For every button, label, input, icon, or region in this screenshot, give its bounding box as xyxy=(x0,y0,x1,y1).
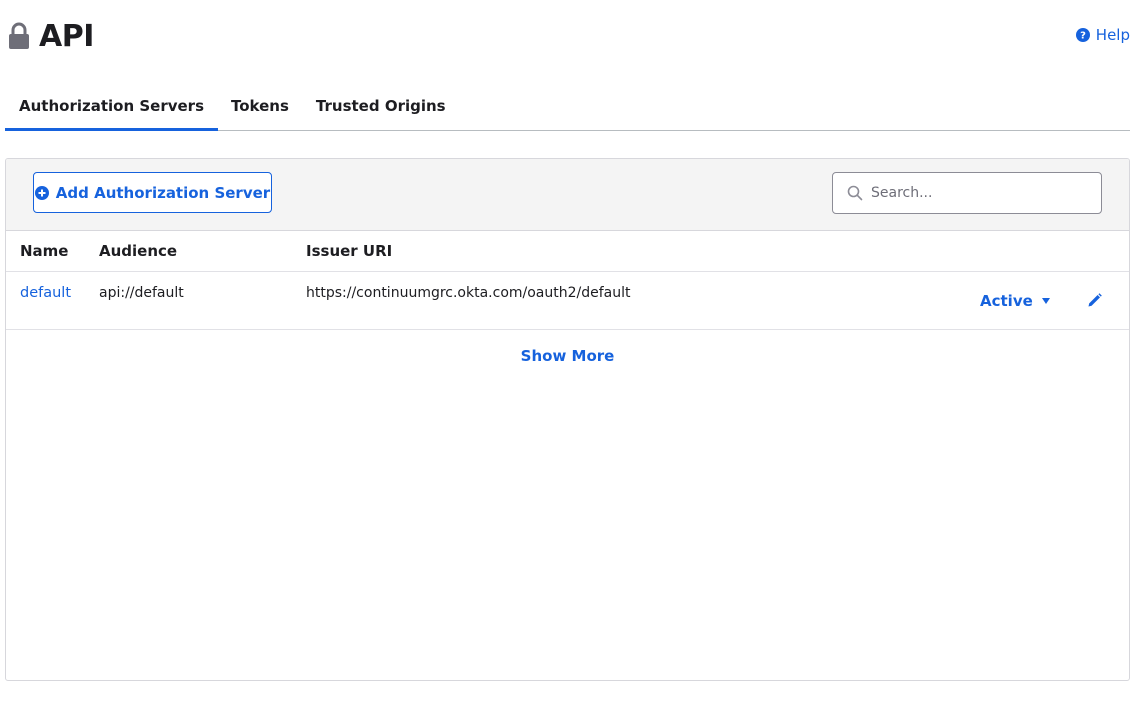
page-title: API xyxy=(39,18,94,54)
tab-trusted-origins[interactable]: Trusted Origins xyxy=(302,84,460,128)
authorization-servers-panel: Add Authorization Server Name Audience I… xyxy=(5,158,1130,681)
server-name-link[interactable]: default xyxy=(20,285,71,301)
column-header-name: Name xyxy=(20,242,69,260)
lock-icon xyxy=(9,22,29,49)
issuer-uri-value: https://continuumgrc.okta.com/oauth2/def… xyxy=(306,285,631,301)
svg-text:?: ? xyxy=(1080,31,1086,42)
status-label: Active xyxy=(980,292,1033,310)
search-box[interactable] xyxy=(832,172,1102,214)
tab-authorization-servers[interactable]: Authorization Servers xyxy=(5,84,219,131)
add-authorization-server-button[interactable]: Add Authorization Server xyxy=(33,172,272,213)
audience-value: api://default xyxy=(99,285,184,301)
toolbar: Add Authorization Server xyxy=(6,159,1129,231)
caret-down-icon xyxy=(1041,298,1050,304)
column-header-audience: Audience xyxy=(99,242,178,260)
search-input[interactable] xyxy=(869,184,1093,202)
help-icon: ? xyxy=(1075,28,1090,42)
tab-bar: Authorization Servers Tokens Trusted Ori… xyxy=(5,84,1130,131)
page-header: API xyxy=(8,14,94,58)
help-label: Help xyxy=(1095,26,1130,44)
plus-circle-icon xyxy=(34,185,49,200)
pencil-icon[interactable] xyxy=(1087,293,1102,308)
table-header: Name Audience Issuer URI xyxy=(6,231,1129,272)
help-link[interactable]: ? Help xyxy=(1075,26,1130,44)
status-dropdown[interactable]: Active xyxy=(980,292,1050,310)
add-button-label: Add Authorization Server xyxy=(55,183,271,202)
column-header-issuer-uri: Issuer URI xyxy=(306,242,393,260)
show-more-link[interactable]: Show More xyxy=(6,347,1129,365)
table-row: default api://default https://continuumg… xyxy=(6,272,1129,330)
tab-tokens[interactable]: Tokens xyxy=(218,84,302,128)
search-icon xyxy=(847,185,863,201)
